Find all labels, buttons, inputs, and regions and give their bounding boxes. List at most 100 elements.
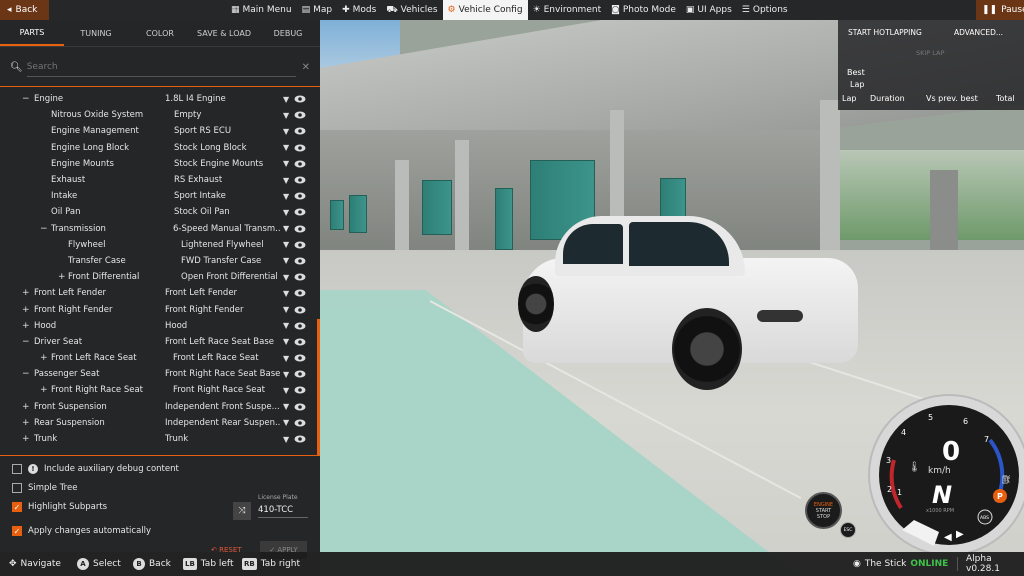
parts-tree-area[interactable]: − Engine 1.8L I4 Engine ▼ Nitrous Oxide Syst…	[0, 86, 320, 456]
part-select[interactable]: Front Right Fender	[165, 305, 281, 315]
option-simple-tree[interactable]: Simple Tree	[12, 483, 77, 493]
eye-icon[interactable]	[294, 289, 306, 297]
hint-back[interactable]: B Back	[133, 552, 171, 576]
eye-icon[interactable]	[294, 208, 306, 216]
scrollbar[interactable]	[317, 319, 320, 455]
part-select[interactable]: Sport Intake	[174, 191, 281, 201]
tree-row[interactable]: + Hood Hood ▼	[0, 318, 316, 334]
eye-icon[interactable]	[294, 403, 306, 411]
tree-row[interactable]: Engine Mounts Stock Engine Mounts ▼	[0, 156, 316, 172]
part-select[interactable]: Front Right Race Seat Base	[165, 369, 281, 379]
esc-button[interactable]: ESC	[840, 522, 856, 538]
checkbox-checked[interactable]: ✓	[12, 526, 22, 536]
chevron-down-icon[interactable]: ▼	[283, 305, 289, 314]
chevron-down-icon[interactable]: ▼	[283, 143, 289, 152]
eye-icon[interactable]	[294, 176, 306, 184]
chevron-down-icon[interactable]: ▼	[283, 208, 289, 217]
eye-icon[interactable]	[294, 127, 306, 135]
part-select[interactable]: Stock Oil Pan	[174, 207, 281, 217]
part-select[interactable]: Open Front Differential	[181, 272, 281, 282]
tab-save-load[interactable]: SAVE & LOAD	[192, 20, 256, 46]
start-hotlapping-button[interactable]: START HOTLAPPING	[848, 28, 922, 37]
tree-row[interactable]: + Front Left Fender Front Left Fender ▼	[0, 285, 316, 301]
part-select[interactable]: Lightened Flywheel	[181, 240, 281, 250]
checkbox[interactable]	[12, 464, 22, 474]
eye-icon[interactable]	[294, 111, 306, 119]
nav-vehicles[interactable]: ⛟ Vehicles	[381, 0, 442, 20]
part-select[interactable]: Hood	[165, 321, 281, 331]
tree-row[interactable]: + Front Suspension Independent Front Suspe…	[0, 399, 316, 415]
expand-icon[interactable]: +	[22, 288, 30, 298]
eye-icon[interactable]	[294, 306, 306, 314]
expand-icon[interactable]: +	[22, 418, 30, 428]
license-plate-input[interactable]: 410-TCC	[258, 505, 308, 518]
collapse-icon[interactable]: −	[22, 94, 30, 104]
tree-row[interactable]: + Rear Suspension Independent Rear Suspen.…	[0, 415, 316, 431]
skip-lap-button[interactable]: SKIP LAP	[916, 49, 944, 57]
hint-tab-right[interactable]: RB Tab right	[242, 552, 300, 576]
tree-row[interactable]: − Engine 1.8L I4 Engine ▼	[0, 91, 316, 107]
expand-icon[interactable]: +	[40, 385, 48, 395]
chevron-down-icon[interactable]: ▼	[283, 289, 289, 298]
part-select[interactable]: 6-Speed Manual Transm...	[173, 224, 281, 234]
eye-icon[interactable]	[294, 192, 306, 200]
chevron-down-icon[interactable]: ▼	[283, 95, 289, 104]
tree-row[interactable]: Nitrous Oxide System Empty ▼	[0, 107, 316, 123]
pause-button[interactable]: ❚❚ Pause	[976, 0, 1024, 20]
chevron-down-icon[interactable]: ▼	[283, 176, 289, 185]
nav-vehicle-config[interactable]: ⚙ Vehicle Config	[442, 0, 528, 20]
part-select[interactable]: Front Right Race Seat	[173, 385, 281, 395]
nav-map[interactable]: ▤ Map	[297, 0, 338, 20]
chevron-down-icon[interactable]: ▼	[283, 337, 289, 346]
chevron-down-icon[interactable]: ▼	[283, 273, 289, 282]
chevron-down-icon[interactable]: ▼	[283, 418, 289, 427]
nav-options[interactable]: ☰ Options	[737, 0, 793, 20]
tree-row[interactable]: − Passenger Seat Front Right Race Seat Bas…	[0, 366, 316, 382]
tree-row[interactable]: Engine Long Block Stock Long Block ▼	[0, 140, 316, 156]
chevron-down-icon[interactable]: ▼	[283, 370, 289, 379]
eye-icon[interactable]	[294, 419, 306, 427]
eye-icon[interactable]	[294, 257, 306, 265]
part-select[interactable]: FWD Transfer Case	[181, 256, 281, 266]
option-apply-auto[interactable]: ✓ Apply changes automatically	[12, 526, 151, 536]
tree-row[interactable]: + Trunk Trunk ▼	[0, 431, 316, 447]
eye-icon[interactable]	[294, 435, 306, 443]
chevron-down-icon[interactable]: ▼	[283, 256, 289, 265]
eye-icon[interactable]	[294, 241, 306, 249]
chevron-down-icon[interactable]: ▼	[283, 435, 289, 444]
part-select[interactable]: Front Left Race Seat	[173, 353, 281, 363]
hint-tab-left[interactable]: LB Tab left	[183, 552, 233, 576]
option-aux-debug[interactable]: ! Include auxiliary debug content	[12, 464, 179, 474]
expand-icon[interactable]: +	[58, 272, 66, 282]
chevron-down-icon[interactable]: ▼	[283, 402, 289, 411]
tree-row[interactable]: + Front Right Fender Front Right Fender ▼	[0, 301, 316, 317]
eye-icon[interactable]	[294, 225, 306, 233]
nav-photo-mode[interactable]: ◙ Photo Mode	[606, 0, 681, 20]
tree-row[interactable]: Intake Sport Intake ▼	[0, 188, 316, 204]
tree-row[interactable]: + Front Differential Open Front Differenti…	[0, 269, 316, 285]
part-select[interactable]: Stock Long Block	[174, 143, 281, 153]
close-icon[interactable]: ✕	[302, 62, 310, 73]
tree-row[interactable]: + Front Right Race Seat Front Right Race S…	[0, 382, 316, 398]
chevron-down-icon[interactable]: ▼	[283, 127, 289, 136]
tab-parts[interactable]: PARTS	[0, 20, 64, 46]
engine-start-stop-button[interactable]: ENGINE START STOP	[805, 492, 842, 529]
chevron-down-icon[interactable]: ▼	[283, 386, 289, 395]
tree-row[interactable]: − Driver Seat Front Left Race Seat Base ▼	[0, 334, 316, 350]
part-select[interactable]: Sport RS ECU	[174, 126, 281, 136]
eye-icon[interactable]	[294, 338, 306, 346]
tab-color[interactable]: COLOR	[128, 20, 192, 46]
checkbox[interactable]	[12, 483, 22, 493]
expand-icon[interactable]: +	[40, 353, 48, 363]
part-select[interactable]: Front Left Race Seat Base	[165, 337, 281, 347]
nav-environment[interactable]: ☀ Environment	[528, 0, 607, 20]
eye-icon[interactable]	[294, 386, 306, 394]
eye-icon[interactable]	[294, 354, 306, 362]
back-button[interactable]: ◂ Back	[0, 0, 49, 20]
nav-ui-apps[interactable]: ▣ UI Apps	[681, 0, 737, 20]
shuffle-icon[interactable]: ⤨	[233, 502, 251, 520]
tree-row[interactable]: Oil Pan Stock Oil Pan ▼	[0, 204, 316, 220]
tree-row[interactable]: Exhaust RS Exhaust ▼	[0, 172, 316, 188]
chevron-down-icon[interactable]: ▼	[283, 159, 289, 168]
tab-debug[interactable]: DEBUG	[256, 20, 320, 46]
